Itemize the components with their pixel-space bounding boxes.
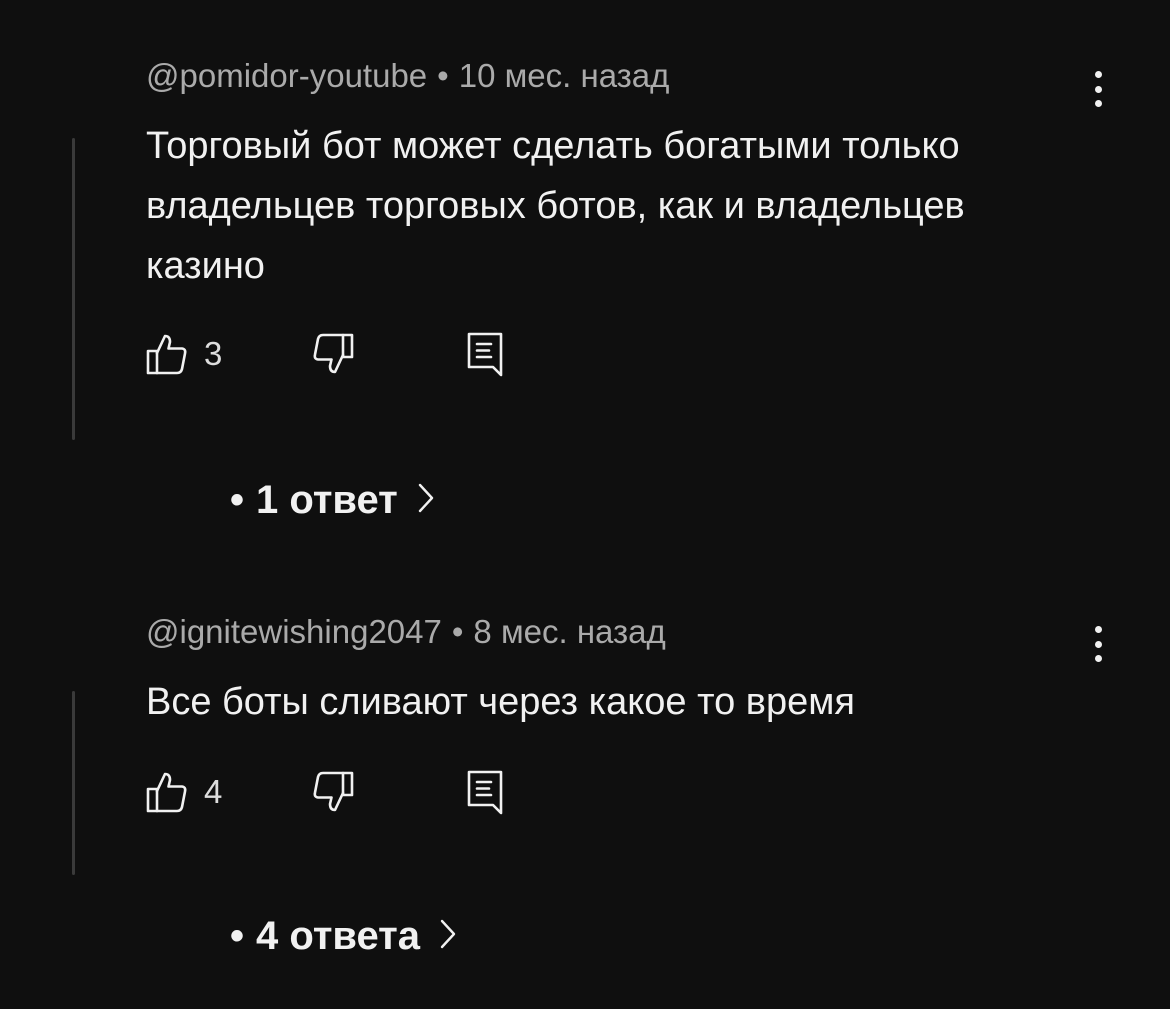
chevron-right-icon (418, 478, 434, 523)
comment-text: Все боты сливают через какое то время (146, 681, 855, 723)
thumbs-up-icon (146, 332, 188, 376)
comment-actions: 3 (146, 330, 504, 378)
replies-button[interactable]: • 4 ответа (230, 914, 456, 959)
more-vertical-icon[interactable] (1085, 67, 1111, 111)
reply-button[interactable] (466, 331, 504, 377)
thumbs-up-icon (146, 770, 188, 814)
thread-line (72, 691, 75, 875)
replies-bullet: • (230, 914, 245, 958)
comment-time[interactable]: 8 мес. назад (473, 613, 665, 650)
thread-line (72, 138, 75, 440)
thumbs-down-icon (312, 332, 354, 376)
comment-author[interactable]: @pomidor-youtube (146, 57, 427, 94)
thumbs-down-icon (312, 770, 354, 814)
replies-label: 1 ответ (256, 478, 398, 522)
reply-button[interactable] (466, 769, 504, 815)
comment-meta: @ignitewishing2047 • 8 мес. назад (146, 612, 1170, 652)
meta-separator: • (451, 613, 464, 650)
more-vertical-icon[interactable] (1085, 622, 1111, 666)
comment: @pomidor-youtube • 10 мес. назад Торговый … (146, 56, 1170, 296)
like-count: 4 (204, 773, 223, 810)
dislike-button[interactable] (312, 332, 354, 376)
meta-separator: • (437, 57, 449, 94)
like-count: 3 (204, 335, 223, 372)
comment-text: Торговый бот может сделать богатыми толь… (146, 125, 965, 287)
replies-bullet: • (230, 478, 245, 522)
like-button[interactable]: 4 (146, 770, 222, 814)
comment-meta: @pomidor-youtube • 10 мес. назад (146, 56, 1170, 96)
replies-button[interactable]: • 1 ответ (230, 478, 434, 523)
comment: @ignitewishing2047 • 8 мес. назад Все боты… (146, 612, 1170, 732)
replies-label: 4 ответа (256, 914, 421, 958)
like-button[interactable]: 3 (146, 332, 222, 376)
comment-actions: 4 (146, 768, 504, 816)
chevron-right-icon (440, 914, 456, 959)
comment-author[interactable]: @ignitewishing2047 (146, 613, 442, 650)
comment-time[interactable]: 10 мес. назад (459, 57, 670, 94)
reply-comment-icon (466, 769, 504, 815)
dislike-button[interactable] (312, 770, 354, 814)
reply-comment-icon (466, 331, 504, 377)
